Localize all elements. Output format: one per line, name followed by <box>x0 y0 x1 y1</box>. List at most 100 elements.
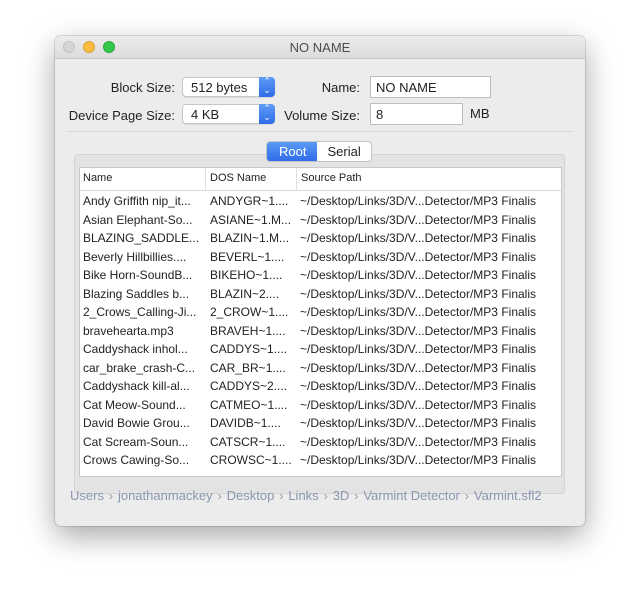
cell-source-path: ~/Desktop/Links/3D/V...Detector/MP3 Fina… <box>300 453 536 467</box>
popup-chevron-icon: ⌃ ⌄ <box>259 77 275 97</box>
cell-dos-name: BIKEHO~1.... <box>210 268 283 282</box>
cell-dos-name: BRAVEH~1.... <box>210 323 286 338</box>
title-bar[interactable]: NO NAME <box>55 36 585 59</box>
cell-source-path: ~/Desktop/Links/3D/V...Detector/MP3 Fina… <box>300 434 536 449</box>
table-header: Name DOS Name Source Path <box>80 168 561 191</box>
volume-size-label: Volume Size: <box>284 108 360 123</box>
cell-dos-name: 2_CROW~1.... <box>210 305 289 319</box>
file-table[interactable]: Name DOS Name Source Path Andy Griffith … <box>79 167 562 477</box>
breadcrumb-item[interactable]: jonathanmackey <box>118 488 213 503</box>
block-size-popup[interactable]: 512 bytes ⌃ ⌄ <box>182 77 275 97</box>
column-header-source-path[interactable]: Source Path <box>301 172 362 184</box>
cell-name: David Bowie Grou... <box>83 416 190 430</box>
cell-name: car_brake_crash-C... <box>83 360 196 375</box>
cell-dos-name: BLAZIN~2.... <box>210 286 280 301</box>
cell-dos-name: CAR_BR~1.... <box>210 360 286 375</box>
cell-source-path: ~/Desktop/Links/3D/V...Detector/MP3 Fina… <box>300 231 536 245</box>
cell-name: 2_Crows_Calling-Ji... <box>83 305 197 319</box>
block-size-label: Block Size: <box>110 80 175 95</box>
table-row[interactable]: David Bowie Grou... DAVIDB~1.... ~/Desktop… <box>80 414 561 433</box>
cell-dos-name: ASIANE~1.M... <box>210 212 292 227</box>
cell-dos-name: BLAZIN~1.M... <box>210 231 290 245</box>
cell-source-path: ~/Desktop/Links/3D/V...Detector/MP3 Fina… <box>300 286 536 301</box>
table-row[interactable]: Cat Scream-Soun... CATSCR~1.... ~/Desktop/… <box>80 433 561 452</box>
chevron-right-icon: › <box>323 489 328 503</box>
volume-size-unit: MB <box>470 106 490 121</box>
cell-dos-name: CROWSC~1.... <box>210 453 292 467</box>
table-row[interactable]: Caddyshack inhol... CADDYS~1.... ~/Desktop… <box>80 340 561 359</box>
cell-source-path: ~/Desktop/Links/3D/V...Detector/MP3 Fina… <box>300 397 536 412</box>
window-title: NO NAME <box>289 40 351 55</box>
cell-source-path: ~/Desktop/Links/3D/V...Detector/MP3 Fina… <box>300 268 536 282</box>
name-label: Name: <box>321 80 360 95</box>
chevron-right-icon: › <box>217 489 222 503</box>
cell-source-path: ~/Desktop/Links/3D/V...Detector/MP3 Fina… <box>300 305 536 319</box>
cell-name: Cat Meow-Sound... <box>83 397 186 412</box>
cell-source-path: ~/Desktop/Links/3D/V...Detector/MP3 Fina… <box>300 194 536 208</box>
table-row[interactable]: Andy Griffith nip_it... ANDYGR~1.... ~/Des… <box>80 192 561 211</box>
table-row[interactable]: car_brake_crash-C... CAR_BR~1.... ~/Deskto… <box>80 359 561 378</box>
cell-source-path: ~/Desktop/Links/3D/V...Detector/MP3 Fina… <box>300 416 536 430</box>
cell-dos-name: CATSCR~1.... <box>210 434 286 449</box>
cell-source-path: ~/Desktop/Links/3D/V...Detector/MP3 Fina… <box>300 342 536 356</box>
breadcrumb-item[interactable]: Links <box>288 488 318 503</box>
table-row[interactable]: BLAZING_SADDLE... BLAZIN~1.M... ~/Desktop/… <box>80 229 561 248</box>
cell-dos-name: CATMEO~1.... <box>210 397 288 412</box>
breadcrumb-item[interactable]: Varmint.sfl2 <box>474 488 542 503</box>
cell-source-path: ~/Desktop/Links/3D/V...Detector/MP3 Fina… <box>300 249 536 264</box>
cell-dos-name: ANDYGR~1.... <box>210 194 289 208</box>
block-size-value: 512 bytes <box>191 80 248 95</box>
chevron-right-icon: › <box>279 489 284 503</box>
cell-name: BLAZING_SADDLE... <box>83 231 200 245</box>
chevron-right-icon: › <box>464 489 469 503</box>
column-divider[interactable] <box>205 168 206 190</box>
cell-name: Blazing Saddles b... <box>83 286 190 301</box>
cell-dos-name: BEVERL~1.... <box>210 249 285 264</box>
divider <box>67 131 573 132</box>
cell-name: Andy Griffith nip_it... <box>83 194 191 208</box>
table-row[interactable]: Bike Horn-SoundB... BIKEHO~1.... ~/Desktop… <box>80 266 561 285</box>
tab-serial[interactable]: Serial <box>317 142 370 161</box>
cell-source-path: ~/Desktop/Links/3D/V...Detector/MP3 Fina… <box>300 379 536 393</box>
device-page-size-label: Device Page Size: <box>68 108 175 123</box>
cell-source-path: ~/Desktop/Links/3D/V...Detector/MP3 Fina… <box>300 360 536 375</box>
cell-dos-name: CADDYS~2.... <box>210 379 288 393</box>
volume-size-field[interactable] <box>370 103 463 125</box>
table-row[interactable]: Blazing Saddles b... BLAZIN~2.... ~/Deskto… <box>80 285 561 304</box>
cell-name: Beverly Hillbillies.... <box>83 249 187 264</box>
cell-name: Caddyshack kill-al... <box>83 379 190 393</box>
column-header-name[interactable]: Name <box>83 172 112 184</box>
cell-name: Crows Cawing-So... <box>83 453 190 467</box>
table-row[interactable]: Caddyshack kill-al... CADDYS~2.... ~/Deskt… <box>80 377 561 396</box>
table-row[interactable]: Asian Elephant-So... ASIANE~1.M... ~/Deskt… <box>80 211 561 230</box>
breadcrumb-item[interactable]: Varmint Detector <box>363 488 460 503</box>
cell-name: Asian Elephant-So... <box>83 212 193 227</box>
column-divider[interactable] <box>296 168 297 190</box>
table-row[interactable]: Cat Meow-Sound... CATMEO~1.... ~/Desktop/L… <box>80 396 561 415</box>
cell-source-path: ~/Desktop/Links/3D/V...Detector/MP3 Fina… <box>300 212 536 227</box>
breadcrumb: Users › jonathanmackey › Desktop › Links › 3D › Va… <box>70 488 542 503</box>
table-row[interactable]: Beverly Hillbillies.... BEVERL~1.... ~/Des… <box>80 248 561 267</box>
tab-segmented-control: Root Serial <box>266 141 372 162</box>
breadcrumb-item[interactable]: 3D <box>333 488 350 503</box>
cell-name: Caddyshack inhol... <box>83 342 188 356</box>
cell-dos-name: CADDYS~1.... <box>210 342 288 356</box>
cell-source-path: ~/Desktop/Links/3D/V...Detector/MP3 Fina… <box>300 323 536 338</box>
device-page-size-popup[interactable]: 4 KB ⌃ ⌄ <box>182 104 275 124</box>
cell-name: bravehearta.mp3 <box>83 323 174 338</box>
name-field[interactable] <box>370 76 491 98</box>
chevron-right-icon: › <box>354 489 359 503</box>
table-row[interactable]: 2_Crows_Calling-Ji... 2_CROW~1.... ~/Deskt… <box>80 303 561 322</box>
chevron-right-icon: › <box>108 489 113 503</box>
tab-root[interactable]: Root <box>267 142 318 161</box>
cell-dos-name: DAVIDB~1.... <box>210 416 281 430</box>
popup-chevron-icon: ⌃ ⌄ <box>259 104 275 124</box>
breadcrumb-item[interactable]: Users <box>70 488 104 503</box>
cell-name: Cat Scream-Soun... <box>83 434 189 449</box>
device-page-size-value: 4 KB <box>191 107 220 122</box>
cell-name: Bike Horn-SoundB... <box>83 268 193 282</box>
column-header-dos-name[interactable]: DOS Name <box>210 172 266 184</box>
breadcrumb-item[interactable]: Desktop <box>227 488 275 503</box>
table-row[interactable]: bravehearta.mp3 BRAVEH~1.... ~/Desktop/Lin… <box>80 322 561 341</box>
table-row[interactable]: Crows Cawing-So... CROWSC~1.... ~/Desktop/… <box>80 451 561 470</box>
